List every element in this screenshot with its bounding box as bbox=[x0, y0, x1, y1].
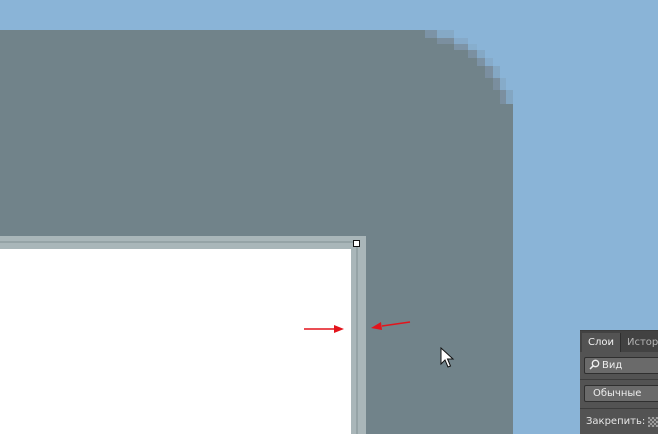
magnifier-icon bbox=[589, 359, 600, 370]
square-handle-icon[interactable] bbox=[353, 240, 360, 247]
lock-label: Закрепить: bbox=[586, 416, 646, 427]
blend-mode-dropdown[interactable]: Обычные bbox=[584, 385, 658, 402]
panel-tab-bar: Слои Истор bbox=[580, 331, 658, 352]
checkerboard-icon[interactable] bbox=[648, 417, 658, 427]
red-arrow-icon bbox=[304, 325, 344, 333]
photoshop-canvas-area: Слои Истор Вид Обычные Закрепить: bbox=[0, 0, 658, 434]
mouse-pointer-icon bbox=[440, 347, 455, 368]
tab-history[interactable]: Истор bbox=[620, 333, 658, 352]
tab-layers[interactable]: Слои bbox=[582, 333, 620, 352]
red-arrow-icon bbox=[371, 321, 411, 330]
document-white-area bbox=[0, 249, 351, 434]
panel-divider bbox=[580, 408, 658, 409]
panel-divider bbox=[580, 379, 658, 380]
layer-filter-dropdown[interactable]: Вид bbox=[584, 357, 658, 374]
frame-inner-line-top bbox=[0, 241, 358, 243]
layer-filter-label: Вид bbox=[602, 360, 623, 371]
frame-inner-line-right bbox=[356, 241, 358, 434]
layers-panel: Слои Истор Вид Обычные Закрепить: bbox=[580, 330, 658, 434]
